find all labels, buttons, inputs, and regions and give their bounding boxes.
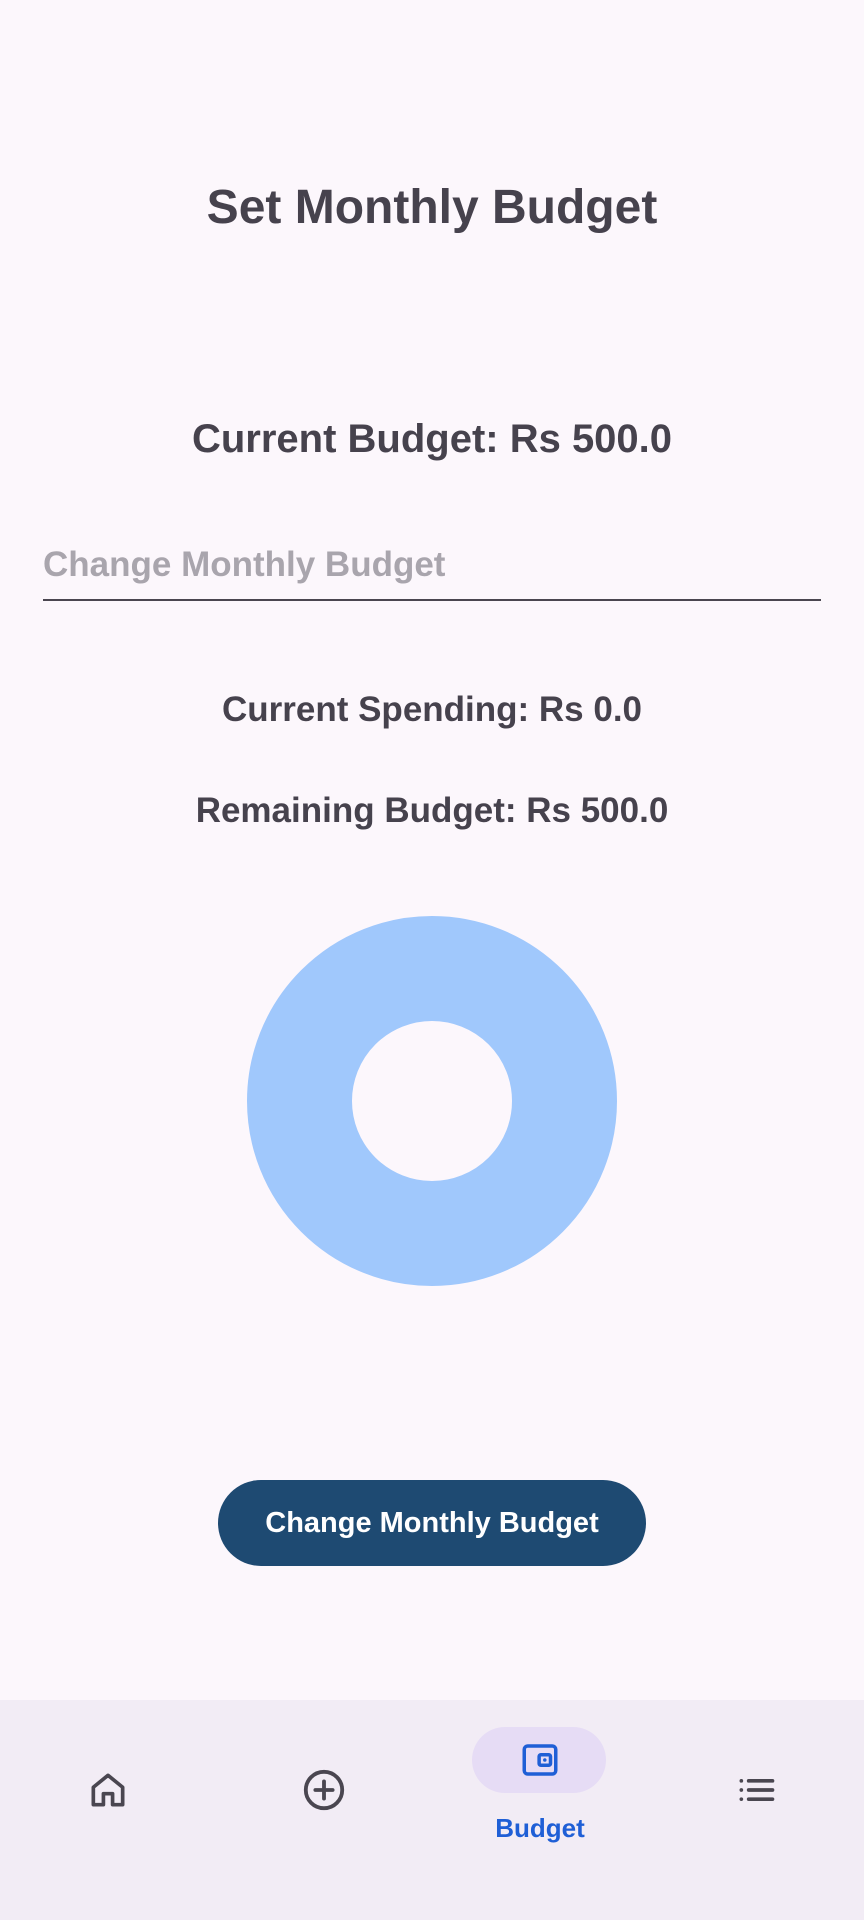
nav-item-add[interactable] (216, 1700, 432, 1920)
current-budget-text: Current Budget: Rs 500.0 (191, 417, 673, 461)
wallet-icon (512, 1732, 568, 1788)
nav-item-list[interactable] (648, 1700, 864, 1920)
current-spending-text: Current Spending: Rs 0.0 (221, 690, 643, 729)
bottom-navigation-bar: Budget (0, 1700, 864, 1920)
nav-label-budget: Budget (495, 1813, 585, 1843)
nav-item-budget[interactable]: Budget (432, 1700, 648, 1920)
budget-donut-chart (247, 916, 617, 1286)
home-icon (78, 1760, 138, 1820)
change-budget-button[interactable]: Change Monthly Budget (218, 1480, 646, 1566)
page-title: Set Monthly Budget (206, 181, 658, 234)
budget-input[interactable] (43, 535, 821, 595)
remaining-budget-text: Remaining Budget: Rs 500.0 (195, 791, 669, 830)
donut-segment-remaining (247, 916, 617, 1286)
budget-input-field[interactable] (43, 535, 821, 601)
budget-screen: Set Monthly Budget Current Budget: Rs 50… (0, 0, 864, 1920)
add-circle-icon (294, 1760, 354, 1820)
nav-item-home[interactable] (0, 1700, 216, 1920)
list-icon (726, 1760, 786, 1820)
